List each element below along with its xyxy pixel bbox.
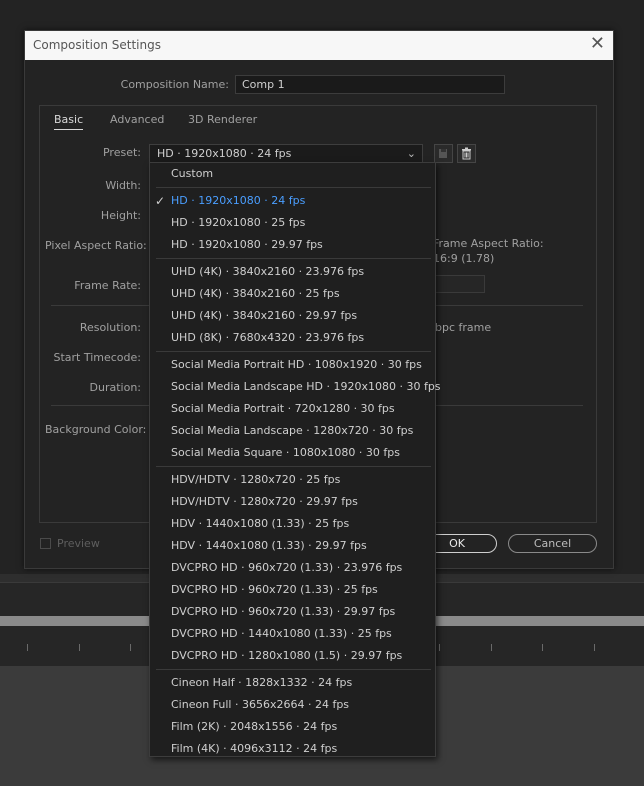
dialog-title: Composition Settings <box>33 38 161 52</box>
ruler-tick <box>542 644 543 651</box>
save-preset-icon[interactable] <box>434 144 453 163</box>
preset-value: HD · 1920x1080 · 24 fps <box>157 147 292 160</box>
preset-label: Preset: <box>102 146 141 159</box>
duration-label: Duration: <box>89 381 141 394</box>
cancel-button[interactable]: Cancel <box>508 534 597 553</box>
background-color-label: Background Color: <box>45 423 147 436</box>
height-label: Height: <box>100 209 141 222</box>
menu-item-preset[interactable]: DVCPRO HD · 1280x1080 (1.5) · 29.97 fps <box>150 645 435 667</box>
menu-item-preset[interactable]: UHD (4K) · 3840x2160 · 23.976 fps <box>150 261 435 283</box>
dialog-titlebar: Composition Settings ✕ <box>25 31 613 60</box>
menu-item-preset[interactable]: UHD (4K) · 3840x2160 · 29.97 fps <box>150 305 435 327</box>
menu-item-preset[interactable]: DVCPRO HD · 960x720 (1.33) · 25 fps <box>150 579 435 601</box>
menu-item-preset[interactable]: Social Media Landscape · 1280x720 · 30 f… <box>150 420 435 442</box>
resolution-label: Resolution: <box>79 321 141 334</box>
menu-item-preset[interactable]: UHD (8K) · 7680x4320 · 23.976 fps <box>150 327 435 349</box>
frame-rate-dropdown[interactable] <box>433 275 485 293</box>
width-label: Width: <box>105 179 141 192</box>
frame-aspect-ratio-label: Frame Aspect Ratio: <box>433 237 544 250</box>
frame-rate-label: Frame Rate: <box>74 279 141 292</box>
menu-item-preset[interactable]: HDV/HDTV · 1280x720 · 29.97 fps <box>150 491 435 513</box>
ruler-tick <box>79 644 80 651</box>
preview-label: Preview <box>57 537 100 550</box>
menu-item-preset[interactable]: HD · 1920x1080 · 29.97 fps <box>150 234 435 256</box>
ruler-tick <box>27 644 28 651</box>
menu-item-preset[interactable]: Film (2K) · 2048x1556 · 24 fps <box>150 716 435 738</box>
menu-item-preset[interactable]: HDV · 1440x1080 (1.33) · 29.97 fps <box>150 535 435 557</box>
menu-item-preset[interactable]: Cineon Full · 3656x2664 · 24 fps <box>150 694 435 716</box>
menu-item-label: HD · 1920x1080 · 24 fps <box>171 194 306 207</box>
tab-advanced[interactable]: Advanced <box>110 113 164 126</box>
menu-item-preset[interactable]: DVCPRO HD · 960x720 (1.33) · 23.976 fps <box>150 557 435 579</box>
menu-item-preset[interactable]: Film (4K) · 4096x3112 · 24 fps <box>150 738 435 760</box>
checkmark-icon: ✓ <box>155 194 166 208</box>
menu-item-preset[interactable]: HDV/HDTV · 1280x720 · 25 fps <box>150 469 435 491</box>
menu-separator <box>156 351 431 352</box>
delete-preset-icon[interactable] <box>457 144 476 163</box>
menu-item-preset[interactable]: Social Media Landscape HD · 1920x1080 · … <box>150 376 441 398</box>
menu-item-preset[interactable]: HDV · 1440x1080 (1.33) · 25 fps <box>150 513 435 535</box>
menu-item-preset[interactable]: DVCPRO HD · 1440x1080 (1.33) · 25 fps <box>150 623 435 645</box>
menu-separator <box>156 187 431 188</box>
ruler-tick <box>491 644 492 651</box>
tab-3d-renderer[interactable]: 3D Renderer <box>188 113 257 126</box>
preset-dropdown[interactable]: HD · 1920x1080 · 24 fps ⌄ <box>149 144 423 163</box>
tab-basic[interactable]: Basic <box>54 113 84 130</box>
ruler-tick <box>130 644 131 651</box>
ruler-tick <box>594 644 595 651</box>
comp-name-label: Composition Name: <box>120 78 229 91</box>
menu-item-preset[interactable]: ✓ HD · 1920x1080 · 24 fps <box>150 190 435 212</box>
menu-item-preset[interactable]: DVCPRO HD · 960x720 (1.33) · 29.97 fps <box>150 601 435 623</box>
pixel-aspect-ratio-label: Pixel Aspect Ratio: <box>45 239 147 252</box>
menu-item-preset[interactable]: Cineon Half · 1828x1332 · 24 fps <box>150 672 435 694</box>
menu-item-custom[interactable]: Custom <box>150 163 435 185</box>
menu-item-preset[interactable]: Social Media Portrait · 720x1280 · 30 fp… <box>150 398 435 420</box>
menu-item-preset[interactable]: Social Media Square · 1080x1080 · 30 fps <box>150 442 435 464</box>
menu-item-preset[interactable]: UHD (4K) · 3840x2160 · 25 fps <box>150 283 435 305</box>
ruler-tick <box>439 644 440 651</box>
preset-menu: Custom ✓ HD · 1920x1080 · 24 fps HD · 1920… <box>149 162 441 760</box>
preview-checkbox[interactable] <box>40 538 51 549</box>
chevron-down-icon: ⌄ <box>406 147 416 160</box>
frame-aspect-ratio-value: 16:9 (1.78) <box>433 252 495 265</box>
close-icon[interactable]: ✕ <box>590 34 605 54</box>
comp-name-input[interactable]: Comp 1 <box>235 75 505 94</box>
resolution-info: bpc frame <box>435 321 492 334</box>
menu-item-preset[interactable]: Social Media Portrait HD · 1080x1920 · 3… <box>150 354 435 376</box>
menu-separator <box>156 466 431 467</box>
start-timecode-label: Start Timecode: <box>53 351 141 364</box>
menu-item-preset[interactable]: HD · 1920x1080 · 25 fps <box>150 212 435 234</box>
menu-separator <box>156 258 431 259</box>
menu-separator <box>156 669 431 670</box>
